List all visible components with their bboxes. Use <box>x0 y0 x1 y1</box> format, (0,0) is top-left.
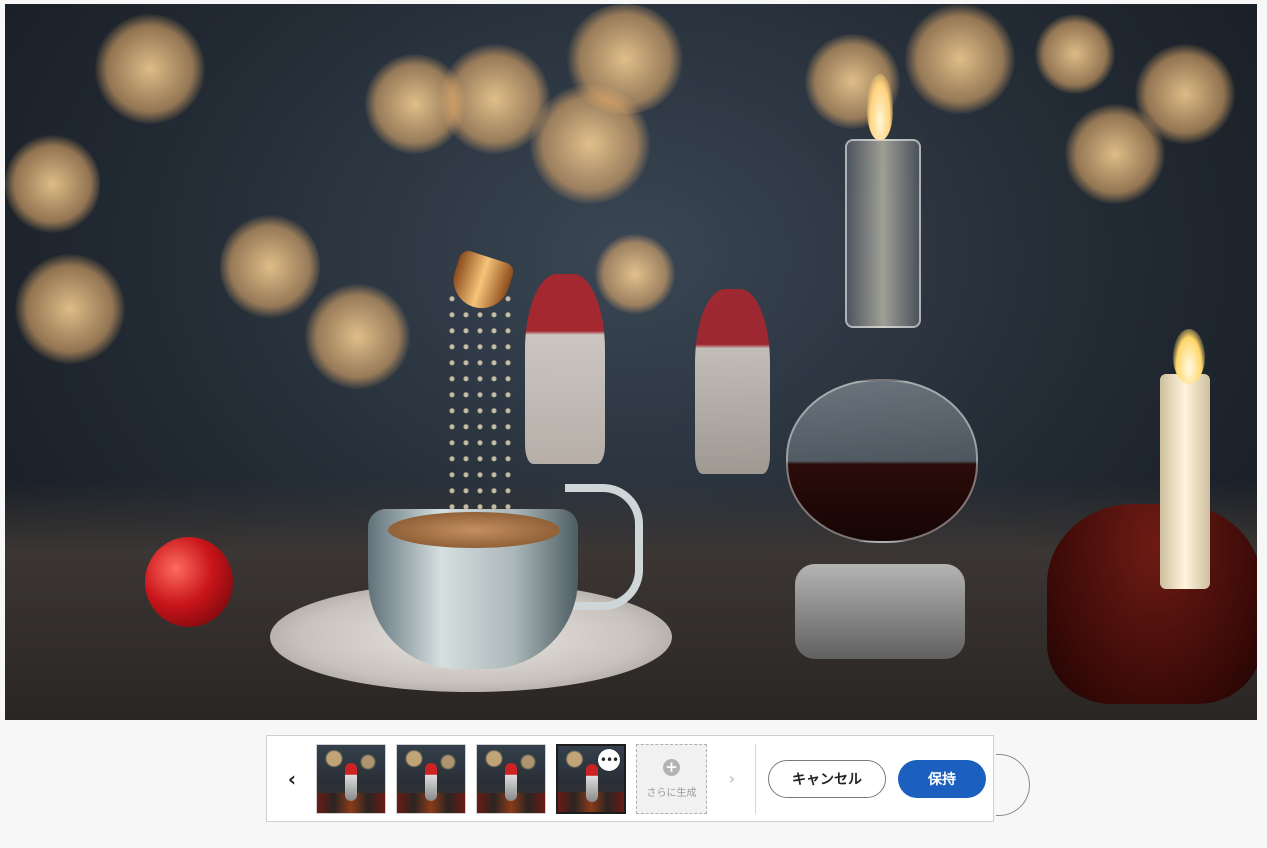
candle <box>1160 374 1210 589</box>
red-ornament <box>145 537 233 627</box>
generated-image-canvas <box>5 4 1257 720</box>
plus-circle-icon: + <box>663 759 680 776</box>
more-options-icon[interactable]: ••• <box>598 749 620 771</box>
previous-arrow-icon[interactable]: ‹ <box>279 736 305 821</box>
variation-thumbnail-3[interactable] <box>476 744 546 814</box>
bokeh-light <box>5 134 100 234</box>
variation-thumbnail-4[interactable]: ••• <box>556 744 626 814</box>
bokeh-light <box>1035 14 1115 94</box>
lamp-flame <box>867 74 893 140</box>
figurine <box>525 274 605 464</box>
generate-more-label: さらに生成 <box>646 788 697 799</box>
bokeh-light <box>905 4 1015 114</box>
candle-bowl <box>1047 504 1257 704</box>
lamp-globe <box>786 379 978 543</box>
bokeh-light <box>95 14 205 124</box>
bokeh-light <box>565 4 685 114</box>
variation-thumbnail-1[interactable] <box>316 744 386 814</box>
cancel-button[interactable]: キャンセル <box>768 760 886 798</box>
bokeh-light <box>15 254 125 364</box>
variation-thumbnail-2[interactable] <box>396 744 466 814</box>
bokeh-light <box>305 284 410 389</box>
candle-flame <box>1173 329 1205 384</box>
sparkle-stream <box>445 294 515 524</box>
next-arrow-icon[interactable]: › <box>719 736 745 821</box>
bokeh-light <box>595 234 675 314</box>
keep-button[interactable]: 保持 <box>898 760 986 798</box>
partial-circle-outline <box>996 754 1030 816</box>
coffee-surface <box>388 512 560 548</box>
bokeh-light <box>1135 44 1235 144</box>
lamp-base <box>795 564 965 659</box>
toolbar-divider <box>755 744 756 814</box>
variation-toolbar: ‹ ••• + さらに生成 › キャンセル 保持 <box>266 735 994 822</box>
figurine <box>695 289 770 474</box>
lamp-chimney <box>845 139 921 328</box>
bokeh-light <box>220 214 320 319</box>
generate-more-button[interactable]: + さらに生成 <box>636 744 707 814</box>
